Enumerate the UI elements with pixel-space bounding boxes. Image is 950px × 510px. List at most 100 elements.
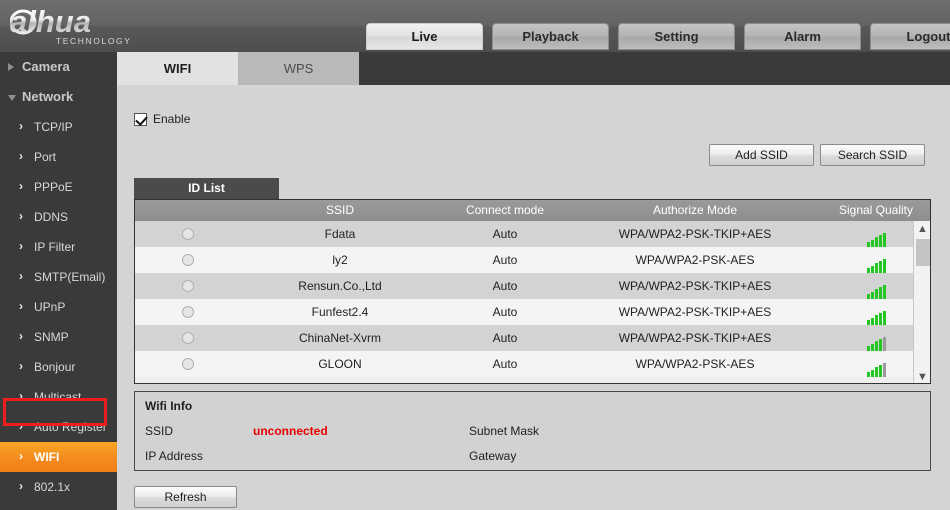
id-list-tab[interactable]: ID List xyxy=(134,178,279,199)
table-row[interactable]: Rensun.Co.,Ltd Auto WPA/WPA2-PSK-TKIP+AE… xyxy=(135,273,930,299)
page-tabbar: WIFI WPS xyxy=(117,52,950,85)
chevron-right-icon: › xyxy=(19,329,23,343)
sidebar-group-network[interactable]: Network xyxy=(0,82,117,112)
triangle-down-icon xyxy=(8,95,16,101)
sidebar-item-ip-filter[interactable]: › IP Filter xyxy=(0,232,117,262)
tab-wifi[interactable]: WIFI xyxy=(117,52,238,85)
cell-authorize-mode: WPA/WPA2-PSK-TKIP+AES xyxy=(618,279,772,293)
sidebar-group-label: Network xyxy=(22,89,74,104)
sidebar-item-label: TCP/IP xyxy=(34,120,73,134)
row-select-radio[interactable] xyxy=(181,254,194,266)
sidebar: Camera Network › TCP/IP › Port › PPPoE ›… xyxy=(0,52,117,510)
wifi-info-ssid-value: unconnected xyxy=(253,424,328,438)
enable-row: Enable xyxy=(134,112,190,126)
chevron-right-icon: › xyxy=(19,359,23,373)
chevron-right-icon: › xyxy=(19,419,23,433)
cell-ssid: Rensun.Co.,Ltd xyxy=(298,279,382,293)
wifi-info-ssid-label: SSID xyxy=(145,424,174,438)
wifi-panel: Enable Add SSID Search SSID ID List SSID… xyxy=(117,85,950,510)
cell-authorize-mode: WPA/WPA2-PSK-AES xyxy=(635,253,755,267)
cell-connect-mode: Auto xyxy=(492,305,518,319)
chevron-right-icon: › xyxy=(19,269,23,283)
sidebar-item-port[interactable]: › Port xyxy=(0,142,117,172)
row-select-radio[interactable] xyxy=(181,228,194,240)
sidebar-item-snmp[interactable]: › SNMP xyxy=(0,322,117,352)
sidebar-item-multicast[interactable]: › Multicast xyxy=(0,382,117,412)
enable-checkbox[interactable] xyxy=(134,112,147,126)
cell-authorize-mode: WPA/WPA2-PSK-TKIP+AES xyxy=(618,305,772,319)
cell-authorize-mode: WPA/WPA2-PSK-TKIP+AES xyxy=(618,331,772,345)
row-select-radio[interactable] xyxy=(181,280,194,292)
svg-text:TECHNOLOGY: TECHNOLOGY xyxy=(56,36,132,46)
sidebar-item-ddns[interactable]: › DDNS xyxy=(0,202,117,232)
sidebar-item-bonjour[interactable]: › Bonjour xyxy=(0,352,117,382)
chevron-right-icon: › xyxy=(19,179,23,193)
cell-ssid: ly2 xyxy=(332,253,348,267)
nav-tab-live[interactable]: Live xyxy=(366,23,483,50)
sidebar-item-pppoe[interactable]: › PPPoE xyxy=(0,172,117,202)
sidebar-item-label: UPnP xyxy=(34,300,66,314)
scrollbar-thumb[interactable] xyxy=(916,239,930,266)
sidebar-item-label: PPPoE xyxy=(34,180,73,194)
chevron-right-icon: › xyxy=(19,449,23,463)
table-row[interactable]: ChinaNet-Xvrm Auto WPA/WPA2-PSK-TKIP+AES xyxy=(135,325,930,351)
scroll-down-icon[interactable]: ▼ xyxy=(914,369,930,383)
table-header-connect-mode: Connect mode xyxy=(465,203,545,217)
add-ssid-button[interactable]: Add SSID xyxy=(709,144,814,166)
sidebar-item-auto-register[interactable]: › Auto Register xyxy=(0,412,117,442)
table-row[interactable]: ly2 Auto WPA/WPA2-PSK-AES xyxy=(135,247,930,273)
nav-tab-alarm[interactable]: Alarm xyxy=(744,23,861,50)
sidebar-item-label: SMTP(Email) xyxy=(34,270,106,284)
scroll-up-icon[interactable]: ▲ xyxy=(914,221,930,237)
sidebar-item-tcpip[interactable]: › TCP/IP xyxy=(0,112,117,142)
refresh-button[interactable]: Refresh xyxy=(134,486,237,508)
sidebar-item-upnp[interactable]: › UPnP xyxy=(0,292,117,322)
nav-tab-logout[interactable]: Logout xyxy=(870,23,950,50)
search-ssid-button[interactable]: Search SSID xyxy=(820,144,925,166)
chevron-right-icon: › xyxy=(19,209,23,223)
sidebar-item-label: SNMP xyxy=(34,330,69,344)
content-area: WIFI WPS Enable Add SSID Search SSID ID … xyxy=(117,52,950,510)
cell-ssid: GLOON xyxy=(318,357,362,371)
chevron-right-icon: › xyxy=(19,299,23,313)
sidebar-item-label: WIFI xyxy=(34,450,60,464)
cell-ssid: Funfest2.4 xyxy=(311,305,369,319)
row-select-radio[interactable] xyxy=(181,332,194,344)
sidebar-item-label: Multicast xyxy=(34,390,82,404)
table-header-row: SSID Connect mode Authorize Mode Signal … xyxy=(135,200,930,221)
nav-tab-playback[interactable]: Playback xyxy=(492,23,609,50)
main-nav: Live Playback Setting Alarm Logout xyxy=(366,23,950,50)
wifi-info-title: Wifi Info xyxy=(145,399,193,413)
cell-authorize-mode: WPA/WPA2-PSK-AES xyxy=(635,357,755,371)
cell-connect-mode: Auto xyxy=(492,331,518,345)
cell-connect-mode: Auto xyxy=(492,227,518,241)
row-select-radio[interactable] xyxy=(181,358,194,370)
sidebar-item-qos[interactable]: › QoS xyxy=(0,502,117,510)
sidebar-item-label: Port xyxy=(34,150,57,164)
sidebar-item-wifi[interactable]: › WIFI xyxy=(0,442,117,472)
table-header-signal-quality: Signal Quality xyxy=(838,203,914,217)
table-row[interactable]: GLOON Auto WPA/WPA2-PSK-AES xyxy=(135,351,930,377)
table-header-ssid: SSID xyxy=(325,203,354,217)
table-row[interactable]: Funfest2.4 Auto WPA/WPA2-PSK-TKIP+AES xyxy=(135,299,930,325)
sidebar-item-label: DDNS xyxy=(34,210,69,224)
sidebar-item-label: IP Filter xyxy=(34,240,76,254)
sidebar-item-label: Bonjour xyxy=(34,360,76,374)
chevron-right-icon: › xyxy=(19,149,23,163)
sidebar-item-8021x[interactable]: › 802.1x xyxy=(0,472,117,502)
sidebar-item-label: 802.1x xyxy=(34,480,71,494)
tab-wps[interactable]: WPS xyxy=(238,52,359,85)
table-header-authorize-mode: Authorize Mode xyxy=(652,203,738,217)
sidebar-item-smtp-email[interactable]: › SMTP(Email) xyxy=(0,262,117,292)
sidebar-item-label: Auto Register xyxy=(34,420,107,434)
table-scrollbar[interactable]: ▲ ▼ xyxy=(913,221,930,383)
cell-connect-mode: Auto xyxy=(492,253,518,267)
cell-authorize-mode: WPA/WPA2-PSK-TKIP+AES xyxy=(618,227,772,241)
ssid-table: SSID Connect mode Authorize Mode Signal … xyxy=(134,199,931,384)
sidebar-group-camera[interactable]: Camera xyxy=(0,52,117,82)
chevron-right-icon: › xyxy=(19,119,23,133)
row-select-radio[interactable] xyxy=(181,306,194,318)
wifi-info-subnet-label: Subnet Mask xyxy=(469,424,540,438)
table-row[interactable]: Fdata Auto WPA/WPA2-PSK-TKIP+AES xyxy=(135,221,930,247)
nav-tab-setting[interactable]: Setting xyxy=(618,23,735,50)
